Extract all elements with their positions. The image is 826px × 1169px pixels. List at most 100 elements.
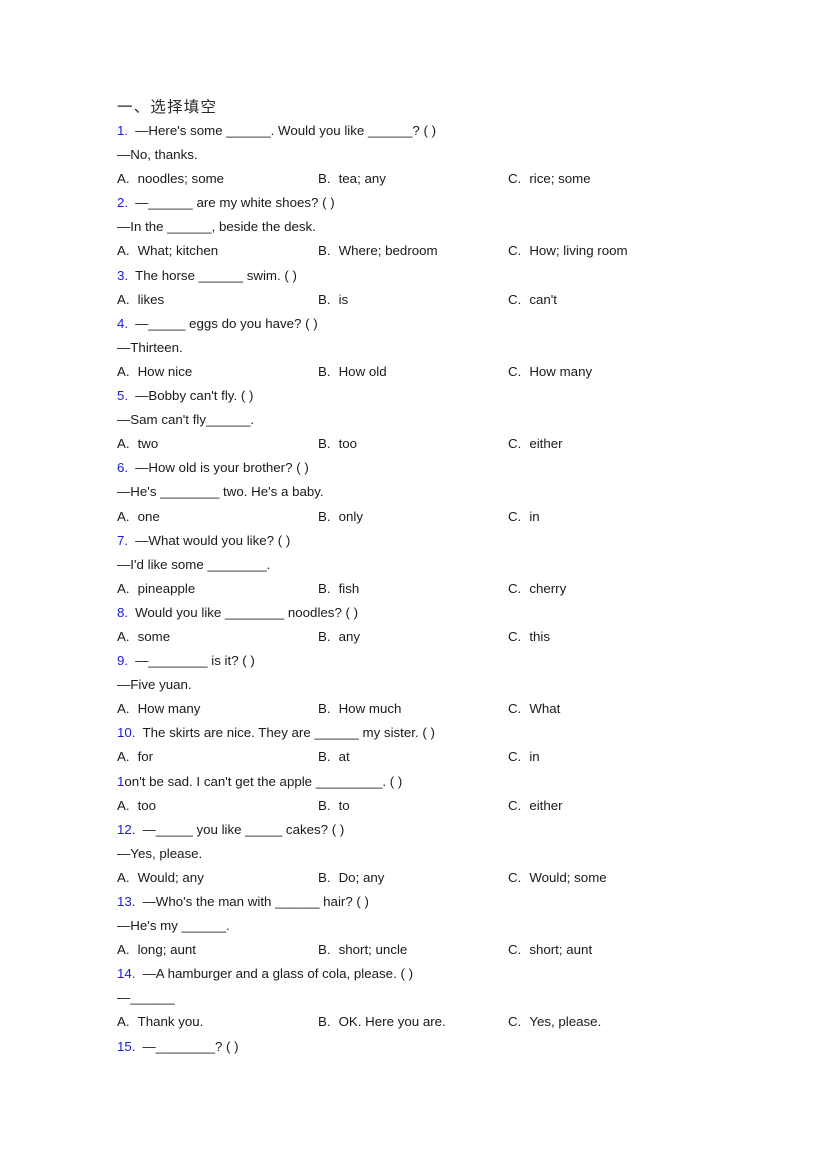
option-c[interactable]: C. What <box>508 697 560 721</box>
option-a[interactable]: A. How nice <box>117 360 192 384</box>
question-number: 7. <box>117 532 129 548</box>
question-stem: 15. —________? ( ) <box>117 1035 757 1059</box>
option-row: A. Would; any B. Do; any C. Would; some <box>117 866 757 890</box>
question-reply: —In the ______, beside the desk. <box>117 219 316 235</box>
question-number: 1. <box>117 123 129 138</box>
option-a[interactable]: A. too <box>117 794 156 818</box>
option-c-letter: C. <box>508 869 522 885</box>
question-text: —________? ( ) <box>142 1038 239 1054</box>
question-stem: 2. —______ are my white shoes? ( ) <box>117 191 757 215</box>
option-a[interactable]: A. two <box>117 432 158 456</box>
option-row: A. How many B. How much C. What <box>117 697 757 721</box>
question-number: 14. <box>117 966 136 982</box>
option-c[interactable]: C. can't <box>508 288 557 312</box>
option-c-text: Yes, please. <box>529 1014 602 1030</box>
option-a[interactable]: A. some <box>117 625 170 649</box>
option-b[interactable]: B. any <box>318 625 360 649</box>
option-c-text: cherry <box>529 580 567 596</box>
option-c[interactable]: C. cherry <box>508 577 566 601</box>
option-a[interactable]: A. Thank you. <box>117 1010 203 1034</box>
option-a[interactable]: A. likes <box>117 288 164 312</box>
option-c-letter: C. <box>508 243 522 259</box>
option-c[interactable]: C. short; aunt <box>508 938 592 962</box>
option-c[interactable]: C. Yes, please. <box>508 1010 601 1034</box>
option-c[interactable]: C. either <box>508 794 563 818</box>
option-a-letter: A. <box>117 363 130 379</box>
option-c-letter: C. <box>508 171 522 187</box>
option-c-text: either <box>529 797 563 813</box>
question-stem: 7. —What would you like? ( ) <box>117 529 757 553</box>
question-number: 15. <box>117 1038 136 1054</box>
option-c[interactable]: C. this <box>508 625 550 649</box>
option-row: A. Thank you. B. OK. Here you are. C. Yes, … <box>117 1010 757 1034</box>
option-a-text: one <box>137 508 160 524</box>
option-b[interactable]: B. only <box>318 505 363 529</box>
option-c[interactable]: C. How many <box>508 360 592 384</box>
option-c-text: What <box>529 701 561 717</box>
option-b-text: fish <box>338 580 360 596</box>
option-b[interactable]: B. OK. Here you are. <box>318 1010 446 1034</box>
question-stem: 1. —Here's some ______. Would you like __… <box>117 119 757 143</box>
option-c-letter: C. <box>508 363 522 379</box>
question-stem: 6. —How old is your brother? ( ) <box>117 456 757 480</box>
option-a-text: some <box>137 628 171 644</box>
option-b[interactable]: B. to <box>318 794 350 818</box>
option-c[interactable]: C. in <box>508 745 540 769</box>
option-c-text: in <box>529 749 540 765</box>
option-a-letter: A. <box>117 580 130 596</box>
option-a-letter: A. <box>117 171 130 187</box>
option-a[interactable]: A. How many <box>117 697 200 721</box>
option-a[interactable]: A. long; aunt <box>117 938 196 962</box>
option-c[interactable]: C. Would; some <box>508 866 607 890</box>
option-b[interactable]: B. How much <box>318 697 401 721</box>
option-a[interactable]: A. noodles; some <box>117 167 224 191</box>
option-a-text: How nice <box>137 363 193 379</box>
option-a[interactable]: A. for <box>117 745 153 769</box>
question-reply: —Yes, please. <box>117 845 203 861</box>
question-number: 4. <box>117 315 129 331</box>
option-a[interactable]: A. one <box>117 505 160 529</box>
option-row: A. pineapple B. fish C. cherry <box>117 577 757 601</box>
question-text: on't be sad. I can't get the apple _____… <box>124 773 403 789</box>
option-b-text: any <box>338 628 361 644</box>
option-c[interactable]: C. either <box>508 432 563 456</box>
option-b-letter: B. <box>318 436 331 452</box>
option-c-text: short; aunt <box>529 942 593 958</box>
option-c[interactable]: C. in <box>508 505 540 529</box>
question-number: 5. <box>117 388 129 404</box>
option-b[interactable]: B. too <box>318 432 357 456</box>
question-stem: 10. The skirts are nice. They are ______ … <box>117 721 757 745</box>
option-c-letter: C. <box>508 701 522 717</box>
option-a-letter: A. <box>117 628 130 644</box>
option-a-letter: A. <box>117 508 130 524</box>
option-b[interactable]: B. Where; bedroom <box>318 239 438 263</box>
question-stem: 9. —________ is it? ( ) <box>117 649 757 673</box>
option-c-text: Would; some <box>529 869 607 885</box>
question-reply: —No, thanks. <box>117 147 198 163</box>
option-b[interactable]: B. tea; any <box>318 167 386 191</box>
option-a[interactable]: A. Would; any <box>117 866 204 890</box>
option-b[interactable]: B. How old <box>318 360 387 384</box>
option-a[interactable]: A. pineapple <box>117 577 195 601</box>
option-b[interactable]: B. is <box>318 288 348 312</box>
option-row: A. noodles; some B. tea; any C. rice; some <box>117 167 757 191</box>
question-reply: —I'd like some ________. <box>117 556 271 572</box>
option-b[interactable]: B. fish <box>318 577 359 601</box>
question-stem: 12. —_____ you like _____ cakes? ( ) <box>117 818 757 842</box>
option-c[interactable]: C. rice; some <box>508 167 591 191</box>
option-a[interactable]: A. What; kitchen <box>117 239 218 263</box>
option-a-text: Thank you. <box>137 1014 204 1030</box>
option-b-letter: B. <box>318 797 331 813</box>
option-b[interactable]: B. short; uncle <box>318 938 407 962</box>
question-number: 8. <box>117 604 129 620</box>
question-number: 6. <box>117 460 129 476</box>
option-c-letter: C. <box>508 942 522 958</box>
option-b[interactable]: B. Do; any <box>318 866 384 890</box>
option-b[interactable]: B. at <box>318 745 350 769</box>
question-stem: 4. —_____ eggs do you have? ( ) <box>117 312 757 336</box>
option-c[interactable]: C. How; living room <box>508 239 628 263</box>
question-stem: 1on't be sad. I can't get the apple ____… <box>117 770 757 794</box>
question-number: 12. <box>117 821 136 837</box>
option-b-letter: B. <box>318 628 331 644</box>
option-a-text: for <box>137 749 154 765</box>
